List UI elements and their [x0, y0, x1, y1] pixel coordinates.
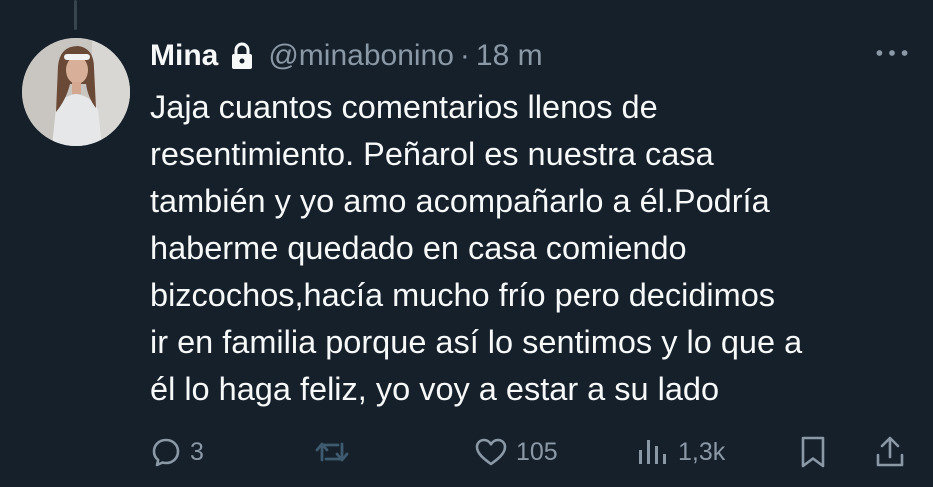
bookmark-button[interactable]: [798, 432, 828, 472]
share-button[interactable]: [874, 432, 906, 472]
retweet-button[interactable]: [314, 432, 350, 472]
thread-connector-line: [74, 0, 77, 30]
reply-button[interactable]: 3: [150, 432, 204, 472]
tweet-text: Jaja cuantos comentarios llenos de resen…: [150, 84, 910, 413]
bookmark-icon: [801, 436, 825, 468]
tweet-header: Mina @minabonino · 18 m: [150, 34, 543, 78]
like-count: 105: [516, 437, 558, 466]
timestamp[interactable]: 18 m: [476, 39, 543, 73]
separator-dot: ·: [459, 39, 470, 72]
author-handle[interactable]: @minabonino: [268, 39, 454, 73]
tweet-text-line: haberme quedado en casa comiendo: [150, 230, 687, 266]
avatar[interactable]: [22, 38, 130, 146]
reply-count: 3: [190, 437, 204, 466]
more-options-icon: [876, 50, 908, 56]
tweet-text-line: resentimiento. Peñarol es nuestra casa: [150, 136, 714, 172]
tweet-text-line: Jaja cuantos comentarios llenos de: [150, 89, 658, 125]
lock-icon: [230, 42, 254, 70]
retweet-icon: [315, 442, 349, 462]
views-icon: [639, 440, 666, 464]
avatar-image: [22, 38, 130, 146]
heart-icon: [475, 438, 507, 466]
more-options-button[interactable]: [872, 38, 912, 68]
like-button[interactable]: 105: [474, 432, 558, 472]
reply-icon: [152, 438, 180, 467]
views-count: 1,3k: [678, 437, 726, 466]
tweet-text-line: ir en familia porque así lo sentimos y l…: [150, 324, 803, 360]
author-name[interactable]: Mina: [150, 39, 218, 73]
tweet-text-line: también y yo amo acompañarlo a él.Podría: [150, 183, 770, 219]
views-button[interactable]: 1,3k: [636, 432, 725, 472]
tweet-text-line: él lo haga feliz, yo voy a estar a su la…: [150, 371, 720, 407]
tweet-text-line: bizcochos,hacía mucho frío pero decidimo…: [150, 277, 776, 313]
share-icon: [876, 436, 904, 467]
